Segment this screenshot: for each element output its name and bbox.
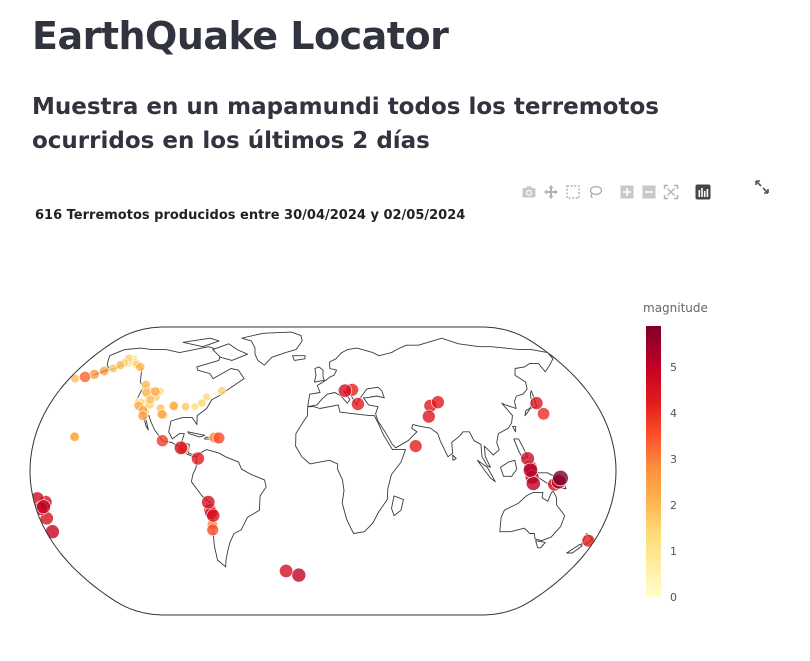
earthquake-marker[interactable]: [197, 398, 207, 408]
land-polygon: [190, 449, 267, 568]
earthquake-marker[interactable]: [156, 409, 167, 420]
earthquake-marker[interactable]: [141, 379, 151, 390]
plot-modebar: [518, 181, 714, 203]
earthquake-marker[interactable]: [206, 508, 221, 523]
page-subtitle: Muestra en un mapamundi todos los terrem…: [32, 94, 659, 154]
earthquake-marker[interactable]: [581, 534, 596, 548]
earthquake-marker[interactable]: [115, 360, 126, 371]
colorbar-tick: 0: [670, 591, 677, 604]
earthquake-marker[interactable]: [69, 431, 80, 442]
world-map[interactable]: [28, 325, 618, 617]
colorbar-tick: 4: [670, 407, 677, 420]
earthquake-marker[interactable]: [537, 407, 551, 421]
earthquake-marker[interactable]: [409, 439, 423, 453]
lasso-icon[interactable]: [584, 181, 606, 203]
earthquake-marker[interactable]: [36, 499, 51, 514]
colorbar-tick: 3: [670, 453, 677, 466]
plot-title: 616 Terremotos producidos entre 30/04/20…: [35, 208, 466, 223]
land-polygon: [391, 495, 404, 517]
earthquake-marker[interactable]: [201, 495, 216, 510]
land-polygon: [292, 355, 306, 361]
earthquake-marker[interactable]: [168, 400, 179, 411]
zoom-in-icon[interactable]: [616, 181, 638, 203]
autoscale-icon[interactable]: [660, 181, 682, 203]
expand-icon[interactable]: [752, 177, 772, 197]
camera-icon[interactable]: [518, 181, 540, 203]
land-polygon: [566, 543, 583, 554]
earthquake-marker[interactable]: [522, 462, 538, 478]
colorbar-title: magnitude: [643, 301, 708, 315]
box-select-icon[interactable]: [562, 181, 584, 203]
earthquake-marker[interactable]: [137, 410, 149, 421]
earthquake-marker[interactable]: [206, 523, 219, 537]
earthquake-marker[interactable]: [99, 365, 110, 377]
colorbar-tick: 1: [670, 545, 677, 558]
land-polygon: [499, 490, 566, 542]
earthquake-marker[interactable]: [135, 362, 146, 372]
colorbar-tick: 5: [670, 361, 677, 374]
earthquake-marker[interactable]: [525, 476, 541, 491]
land-polygon: [313, 366, 325, 383]
page-title: EarthQuake Locator: [32, 14, 449, 58]
earthquake-marker[interactable]: [156, 434, 169, 447]
land-polygon: [535, 540, 546, 549]
earthquake-marker[interactable]: [181, 402, 191, 412]
earthquake-marker[interactable]: [145, 394, 156, 405]
land-polygon: [512, 425, 517, 433]
earthquake-marker[interactable]: [337, 383, 352, 398]
land-polygon: [241, 331, 303, 366]
earthquake-marker[interactable]: [291, 567, 307, 583]
land-polygon: [452, 454, 457, 461]
earthquake-marker[interactable]: [351, 397, 365, 411]
plotly-logo-icon[interactable]: [692, 181, 714, 203]
earthquake-marker[interactable]: [79, 371, 91, 383]
earthquake-marker[interactable]: [173, 440, 188, 455]
land-outlines: [93, 331, 594, 568]
earthquake-marker[interactable]: [552, 470, 569, 487]
land-polygon: [499, 459, 518, 477]
land-polygon: [182, 337, 220, 348]
earthquake-marker[interactable]: [150, 386, 161, 397]
colorbar-tick: 2: [670, 499, 677, 512]
land-polygon: [187, 431, 206, 438]
earthquake-marker[interactable]: [217, 386, 227, 396]
earthquake-marker[interactable]: [529, 396, 544, 410]
earthquake-marker[interactable]: [45, 524, 60, 539]
earthquake-marker[interactable]: [421, 409, 436, 424]
pan-icon[interactable]: [540, 181, 562, 203]
magnitude-colorbar: [646, 326, 661, 597]
zoom-out-icon[interactable]: [638, 181, 660, 203]
earthquake-marker[interactable]: [212, 431, 226, 445]
earthquake-marker[interactable]: [279, 564, 294, 579]
earthquake-marker[interactable]: [191, 451, 205, 466]
earthquake-marker[interactable]: [431, 395, 445, 409]
earthquake-marker[interactable]: [190, 402, 200, 411]
